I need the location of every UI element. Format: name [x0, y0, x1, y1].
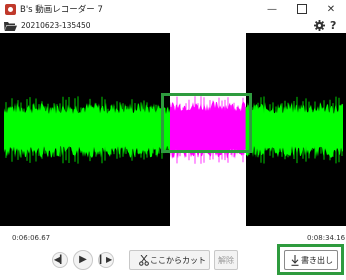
waveform-area[interactable] — [0, 33, 346, 226]
skip-forward-button[interactable]: ▎▶ — [98, 252, 114, 268]
file-name: 20210623-135450 — [21, 21, 91, 30]
cut-button-label: ここからカット — [150, 256, 206, 265]
window-title: B's 動画レコーダー 7 — [20, 5, 103, 15]
close-button[interactable]: ✕ — [316, 0, 346, 20]
release-button[interactable]: 解除 — [214, 250, 238, 270]
skip-back-button[interactable]: ◀▎ — [52, 252, 68, 268]
play-button[interactable]: ▶ — [73, 250, 93, 270]
maximize-icon — [297, 4, 307, 14]
highlight-box — [161, 93, 252, 153]
skip-back-icon: ◀▎ — [53, 255, 67, 264]
start-time: 0:06:06.67 — [12, 234, 51, 242]
app-icon — [5, 4, 16, 15]
help-icon[interactable]: ? — [330, 19, 336, 32]
minimize-button[interactable]: — — [257, 0, 287, 20]
minimize-icon: — — [267, 4, 277, 15]
skip-forward-icon: ▎▶ — [99, 255, 113, 264]
cut-from-here-button[interactable]: ここからカット — [129, 250, 210, 270]
gear-icon[interactable] — [314, 20, 325, 31]
maximize-button[interactable] — [287, 0, 317, 20]
folder-icon[interactable] — [4, 21, 17, 31]
release-button-label: 解除 — [218, 256, 234, 265]
close-icon: ✕ — [326, 4, 336, 15]
scissors-icon — [139, 255, 149, 266]
play-icon: ▶ — [79, 254, 87, 265]
toolbar: 20210623-135450 ? — [0, 19, 346, 33]
waveform-right-segment — [246, 102, 343, 158]
export-highlight-box — [277, 244, 344, 275]
title-bar: B's 動画レコーダー 7 — ✕ — [0, 0, 346, 20]
end-time: 0:08:34.16 — [307, 234, 346, 242]
